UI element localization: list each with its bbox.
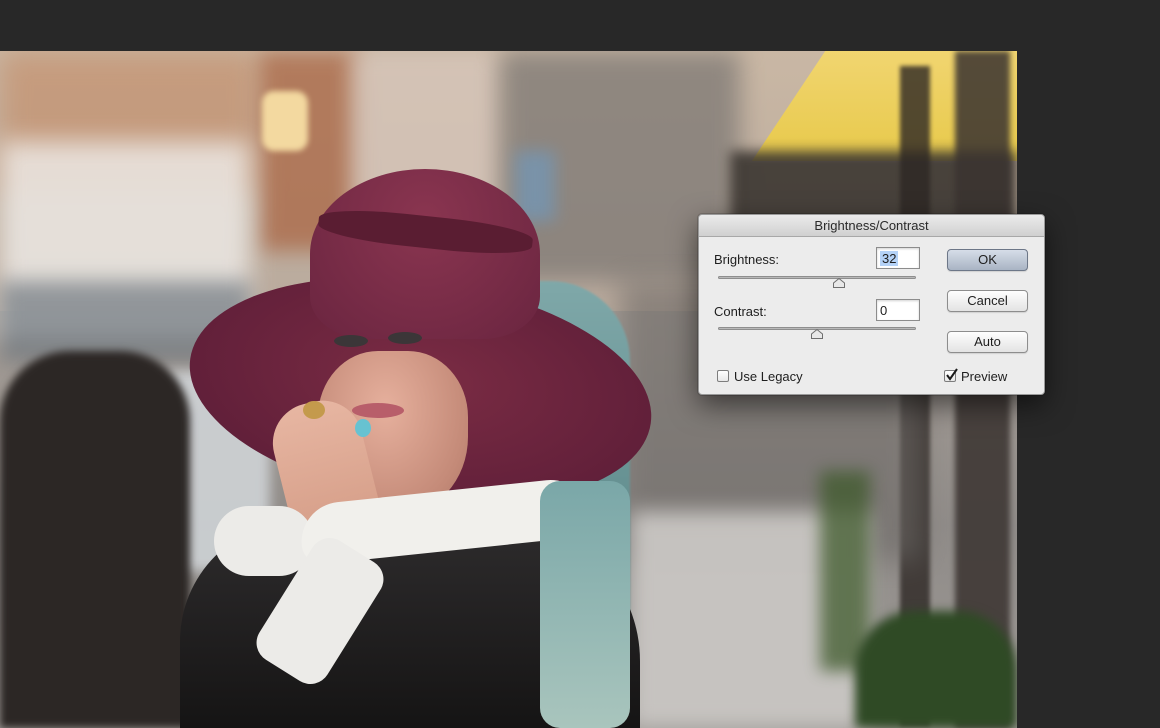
use-legacy-label[interactable]: Use Legacy <box>734 369 803 384</box>
contrast-value: 0 <box>880 303 888 318</box>
contrast-label: Contrast: <box>714 304 767 319</box>
brightness-label: Brightness: <box>714 252 780 267</box>
ok-button[interactable]: OK <box>947 249 1028 271</box>
preview-label[interactable]: Preview <box>961 369 1007 384</box>
dialog-title-bar[interactable]: Brightness/Contrast <box>699 215 1044 237</box>
brightness-slider-thumb[interactable] <box>833 278 845 288</box>
auto-button[interactable]: Auto <box>947 331 1028 353</box>
triangle-thumb-icon <box>833 278 845 288</box>
cancel-button[interactable]: Cancel <box>947 290 1028 312</box>
checkmark-icon <box>946 368 958 381</box>
preview-checkbox[interactable] <box>944 368 958 382</box>
contrast-field[interactable]: 0 <box>876 299 920 321</box>
use-legacy-checkbox[interactable] <box>717 370 729 382</box>
brightness-contrast-dialog: Brightness/Contrast Brightness: 32 Contr… <box>698 214 1045 395</box>
triangle-thumb-icon <box>811 329 823 339</box>
dialog-title: Brightness/Contrast <box>814 218 929 233</box>
contrast-slider-thumb[interactable] <box>811 329 823 339</box>
brightness-slider-track[interactable] <box>718 276 916 279</box>
brightness-field[interactable]: 32 <box>876 247 920 269</box>
brightness-value: 32 <box>880 251 899 266</box>
